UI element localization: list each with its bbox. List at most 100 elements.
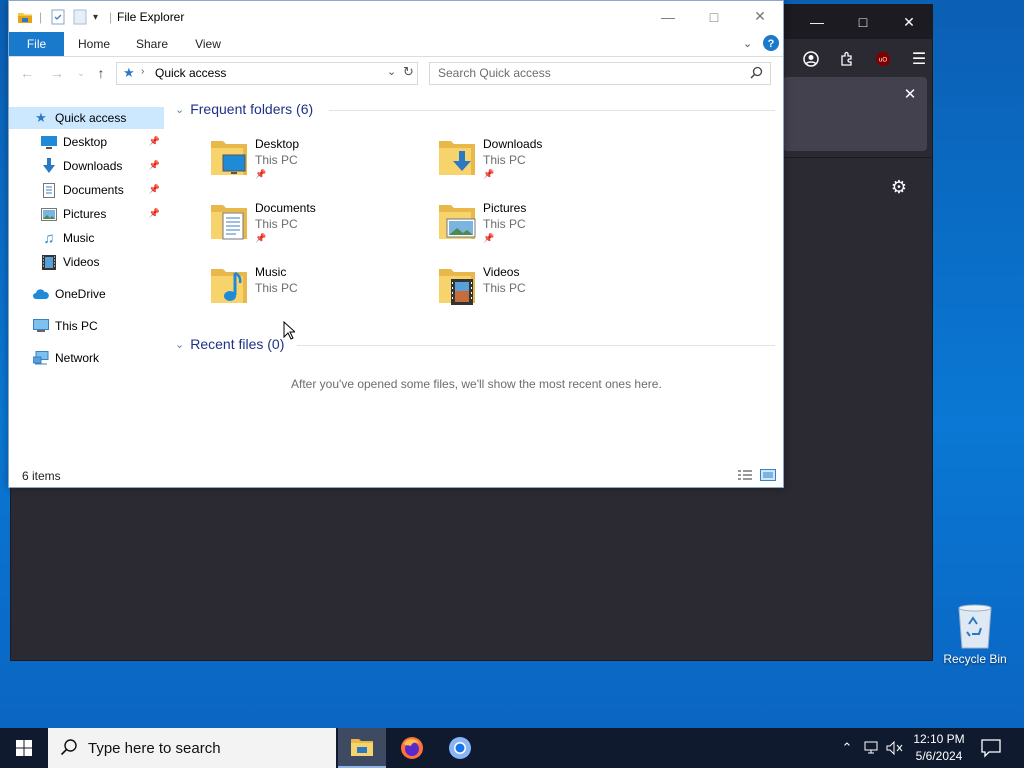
qat-properties-icon[interactable] [51, 9, 65, 25]
nav-item-videos[interactable]: Videos [9, 251, 164, 273]
address-bar[interactable]: ★ › Quick access ⌄ ↻ [116, 62, 418, 85]
notification-center-icon[interactable] [980, 738, 1002, 758]
windows-logo-icon [16, 740, 32, 756]
videos-icon [41, 254, 57, 270]
folder-name: Downloads [483, 137, 543, 151]
folder-location: This PC [255, 281, 298, 295]
taskbar-search-box[interactable]: Type here to search [48, 728, 336, 768]
qat-customize-dropdown-icon[interactable]: ▾ [93, 9, 98, 25]
downloads-folder-icon [439, 141, 475, 175]
browser-toolbar: uO ☰ [781, 39, 932, 79]
nav-item-documents[interactable]: Documents 📌 [9, 179, 164, 201]
folder-tile-pictures[interactable]: Pictures This PC 📌 [437, 199, 637, 253]
pin-icon[interactable]: 📌 [149, 136, 160, 147]
folder-location: This PC [255, 217, 298, 231]
maximize-button[interactable]: □ [691, 1, 737, 32]
window-title: File Explorer [117, 10, 185, 24]
folder-tile-videos[interactable]: Videos This PC [437, 263, 637, 317]
folder-name: Documents [255, 201, 316, 215]
recent-files-header[interactable]: ⌄ Recent files (0) [175, 336, 284, 352]
volume-muted-icon[interactable] [886, 738, 904, 758]
extensions-icon[interactable] [835, 47, 859, 71]
videos-folder-icon [439, 269, 475, 305]
recent-locations-chevron-icon[interactable]: ⌄ [73, 65, 89, 81]
start-button[interactable] [0, 728, 48, 768]
qat-new-folder-icon[interactable] [73, 9, 87, 25]
pin-icon[interactable]: 📌 [149, 184, 160, 195]
frequent-folders-header[interactable]: ⌄ Frequent folders (6) [175, 101, 313, 117]
browser-close-button[interactable]: ✕ [886, 5, 932, 39]
settings-gear-icon[interactable]: ⚙ [887, 175, 911, 199]
help-icon[interactable]: ? [763, 35, 779, 51]
this-pc-icon [33, 318, 49, 334]
show-hidden-icons-chevron-icon[interactable]: ⌃ [838, 738, 856, 758]
up-arrow-icon[interactable]: ↑ [93, 65, 109, 81]
collapse-chevron-icon[interactable]: ⌄ [175, 103, 184, 116]
tab-file[interactable]: File [9, 32, 64, 56]
address-dropdown-icon[interactable]: ⌄ [387, 65, 396, 78]
downloads-icon [41, 158, 57, 174]
menu-icon[interactable]: ☰ [907, 47, 931, 71]
tab-share[interactable]: Share [129, 32, 175, 56]
folder-location: This PC [483, 153, 526, 167]
taskbar-firefox[interactable] [388, 728, 436, 768]
folder-tile-desktop[interactable]: Desktop This PC 📌 [209, 135, 409, 189]
content-pane: ⌄ Frequent folders (6) Desktop This PC 📌… [169, 91, 781, 461]
tab-view[interactable]: View [185, 32, 231, 56]
nav-item-downloads[interactable]: Downloads 📌 [9, 155, 164, 177]
title-separator: | [109, 10, 113, 24]
breadcrumb-chevron-icon[interactable]: › [141, 66, 144, 77]
chromium-icon [449, 737, 471, 759]
group-divider [297, 345, 775, 346]
panel-close-icon[interactable]: ✕ [901, 85, 919, 103]
folder-tile-music[interactable]: Music This PC [209, 263, 409, 317]
large-icons-view-icon[interactable] [760, 469, 776, 481]
nav-label: Desktop [63, 135, 108, 149]
clock-date: 5/6/2024 [915, 749, 963, 763]
item-count: 6 items [22, 469, 61, 483]
taskbar-chromium[interactable] [436, 728, 484, 768]
nav-item-pictures[interactable]: Pictures 📌 [9, 203, 164, 225]
minimize-button[interactable]: — [645, 1, 691, 32]
browser-minimize-button[interactable]: — [794, 5, 840, 39]
collapse-chevron-icon[interactable]: ⌄ [175, 338, 184, 351]
tab-home[interactable]: Home [71, 32, 117, 56]
pin-icon: 📌 [255, 233, 267, 243]
nav-item-onedrive[interactable]: OneDrive [9, 283, 164, 305]
system-clock[interactable]: 12:10 PM 5/6/2024 [908, 731, 970, 765]
search-icon[interactable] [750, 66, 764, 80]
refresh-icon[interactable]: ↻ [403, 64, 414, 80]
pin-icon[interactable]: 📌 [149, 208, 160, 219]
browser-maximize-button[interactable]: □ [840, 5, 886, 39]
folder-name: Desktop [255, 137, 300, 151]
documents-folder-icon [211, 205, 247, 240]
nav-item-this-pc[interactable]: This PC [9, 315, 164, 337]
close-button[interactable]: ✕ [737, 1, 783, 32]
explorer-app-icon[interactable] [17, 9, 33, 25]
folder-tile-downloads[interactable]: Downloads This PC 📌 [437, 135, 637, 189]
nav-label: Network [55, 351, 100, 365]
forward-arrow-icon[interactable]: → [49, 65, 65, 81]
ribbon-expand-chevron-icon[interactable]: ⌄ [743, 37, 757, 51]
account-icon[interactable] [799, 47, 823, 71]
navigation-bar: ← → ⌄ ↑ ★ › Quick access ⌄ ↻ Search Quic… [9, 57, 783, 89]
svg-text:uO: uO [879, 58, 887, 64]
details-view-icon[interactable] [737, 469, 753, 481]
ublock-origin-icon[interactable]: uO [871, 47, 895, 71]
search-icon [60, 739, 77, 756]
taskbar-file-explorer[interactable] [338, 728, 386, 768]
network-status-icon[interactable] [862, 738, 880, 758]
folder-name: Music [255, 265, 287, 279]
nav-item-music[interactable]: ♫ Music [9, 227, 164, 249]
group-divider [329, 110, 775, 111]
nav-quick-access[interactable]: ★ Quick access [9, 107, 164, 129]
search-box[interactable]: Search Quick access [429, 62, 771, 85]
recycle-bin-desktop-icon[interactable]: Recycle Bin [940, 600, 1010, 670]
nav-item-network[interactable]: Network [9, 347, 164, 369]
nav-item-desktop[interactable]: Desktop 📌 [9, 131, 164, 153]
folder-tile-documents[interactable]: Documents This PC 📌 [209, 199, 409, 253]
taskbar-search-placeholder: Type here to search [88, 740, 221, 757]
back-arrow-icon[interactable]: ← [19, 65, 35, 81]
pin-icon[interactable]: 📌 [149, 160, 160, 171]
onedrive-cloud-icon [33, 286, 49, 302]
